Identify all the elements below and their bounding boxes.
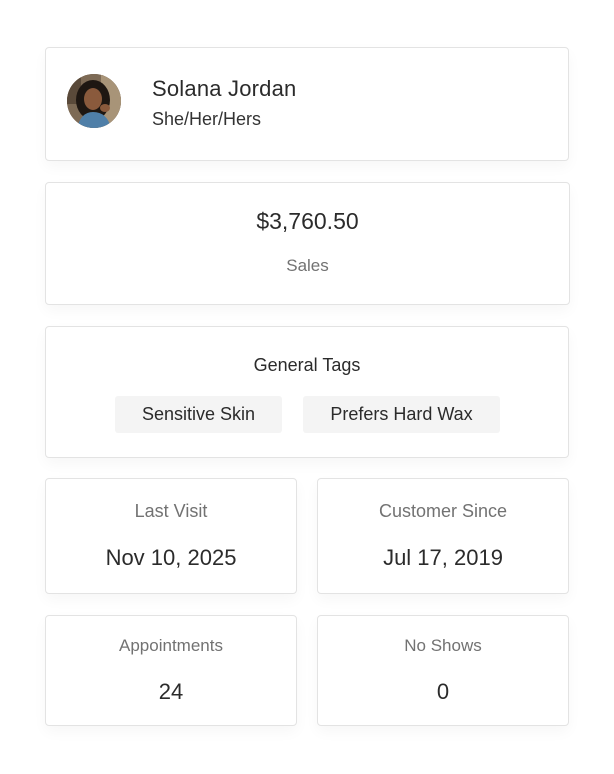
customer-name: Solana Jordan xyxy=(152,76,297,101)
sales-label: Sales xyxy=(286,256,329,275)
profile-card: Solana Jordan She/Her/Hers xyxy=(45,47,569,161)
general-tags-card: General Tags Sensitive Skin Prefers Hard… xyxy=(45,326,569,458)
general-tags-title: General Tags xyxy=(253,355,361,375)
appointments-card: Appointments 24 xyxy=(45,615,297,726)
tag-sensitive-skin[interactable]: Sensitive Skin xyxy=(115,396,282,433)
sales-amount: $3,760.50 xyxy=(256,208,359,234)
tag-prefers-hard-wax[interactable]: Prefers Hard Wax xyxy=(303,396,500,433)
sales-card: $3,760.50 Sales xyxy=(45,182,570,305)
last-visit-value: Nov 10, 2025 xyxy=(105,545,237,570)
customer-since-value: Jul 17, 2019 xyxy=(383,545,503,570)
customer-pronouns: She/Her/Hers xyxy=(152,109,262,129)
no-shows-card: No Shows 0 xyxy=(317,615,569,726)
last-visit-label: Last Visit xyxy=(134,501,208,521)
appointments-value: 24 xyxy=(158,679,184,704)
no-shows-value: 0 xyxy=(436,679,450,704)
avatar-photo-icon xyxy=(67,74,121,128)
last-visit-card: Last Visit Nov 10, 2025 xyxy=(45,478,297,594)
avatar xyxy=(67,74,121,128)
customer-since-label: Customer Since xyxy=(378,501,508,521)
no-shows-label: No Shows xyxy=(404,636,482,655)
customer-since-card: Customer Since Jul 17, 2019 xyxy=(317,478,569,594)
appointments-label: Appointments xyxy=(119,636,223,655)
